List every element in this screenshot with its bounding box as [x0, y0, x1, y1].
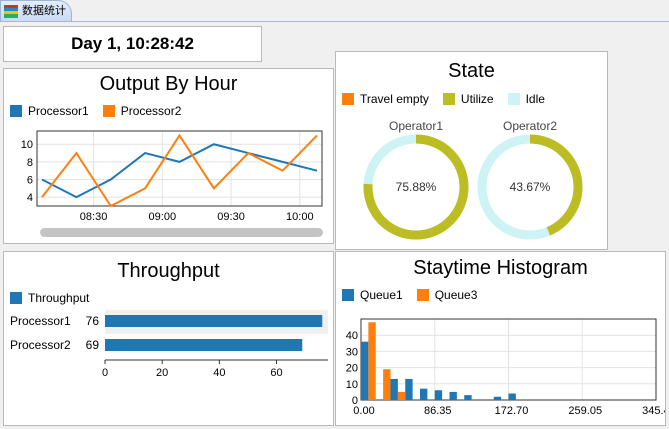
- hist-bar-queue1: [493, 396, 502, 400]
- y-tick-label: 6: [27, 175, 33, 187]
- hist-bar-queue1: [464, 395, 472, 400]
- tab-statistics[interactable]: 数据统计: [0, 0, 72, 21]
- utilization-label: 43.67%: [510, 180, 551, 194]
- x-tick-label: 259.05: [568, 405, 602, 417]
- x-tick-label: 09:00: [149, 211, 177, 223]
- y-tick-label: 30: [346, 346, 358, 358]
- staytime-panel: Staytime Histogram Queue1 Queue3 0 10 20 30…: [335, 251, 666, 426]
- hist-bar-queue1: [449, 391, 457, 400]
- clock-text: Day 1, 10:28:42: [71, 34, 194, 53]
- y-tick-label: 4: [27, 192, 33, 204]
- value-label: 76: [86, 314, 100, 328]
- x-tick-label: 172.70: [495, 405, 529, 417]
- x-tick-label: 0.00: [353, 405, 374, 417]
- y-tick-label: 40: [346, 330, 358, 342]
- x-tick-label: 40: [213, 367, 225, 379]
- hist-bar-queue1: [390, 378, 398, 400]
- series-line-processor2: [41, 133, 318, 208]
- chart-book-icon: [4, 5, 18, 18]
- operator-name: Operator2: [503, 119, 557, 133]
- x-tick-label: 08:30: [80, 211, 108, 223]
- x-tick-label: 20: [156, 367, 168, 379]
- x-tick-label: 09:30: [217, 211, 245, 223]
- bar-processor1: [105, 315, 323, 327]
- series-line-processor1: [41, 143, 318, 199]
- output-line-chart: 4 6 8 10 08:30 09:00 09:30 10:00: [21, 130, 323, 223]
- clock-panel: Day 1, 10:28:42: [3, 26, 262, 62]
- y-tick-label: 20: [346, 363, 358, 375]
- hist-bar-queue3: [397, 391, 406, 400]
- y-tick-label: 8: [27, 157, 33, 169]
- staytime-histogram: 0102030400.0086.35172.70259.05345.40: [346, 318, 665, 417]
- value-label: 69: [86, 338, 100, 352]
- x-tick-label: 86.35: [424, 405, 452, 417]
- hist-bar-queue1: [508, 393, 516, 400]
- tab-underline: [0, 21, 669, 22]
- horizontal-scrollbar[interactable]: [40, 228, 323, 237]
- y-tick-label: 10: [346, 379, 358, 391]
- output-by-hour-panel: Output By Hour Processor1 Processor2 468…: [3, 68, 334, 244]
- operator-name: Operator1: [389, 119, 443, 133]
- throughput-bar-chart: 0 20 40 60 Processor1 76 Processor2 69: [10, 310, 328, 379]
- x-tick-label: 60: [270, 367, 282, 379]
- hist-bar-queue3: [368, 322, 376, 400]
- hist-bar-queue1: [434, 390, 443, 400]
- category-label: Processor2: [10, 338, 71, 352]
- state-donut-charts: Operator1 75.88% Operator2 43.67%: [363, 119, 583, 240]
- x-tick-label: 0: [102, 367, 108, 379]
- tab-bar: 数据统计: [0, 0, 669, 22]
- x-tick-label: 10:00: [286, 211, 314, 223]
- hist-bar-queue1: [420, 388, 428, 400]
- hist-bar-queue1: [405, 378, 413, 400]
- y-tick-label: 10: [21, 139, 33, 151]
- bar-processor2: [105, 339, 303, 351]
- state-panel: State Travel empty Utilize Idle Operator…: [335, 51, 608, 250]
- category-label: Processor1: [10, 314, 71, 328]
- utilization-label: 75.88%: [396, 180, 437, 194]
- throughput-panel: Throughput Throughput 0 20 40 60 Processor1 7…: [3, 251, 334, 426]
- x-tick-label: 345.40: [642, 405, 665, 417]
- tab-label: 数据统计: [22, 5, 66, 17]
- hist-bar-queue1: [361, 341, 369, 400]
- hist-bar-queue3: [383, 369, 391, 400]
